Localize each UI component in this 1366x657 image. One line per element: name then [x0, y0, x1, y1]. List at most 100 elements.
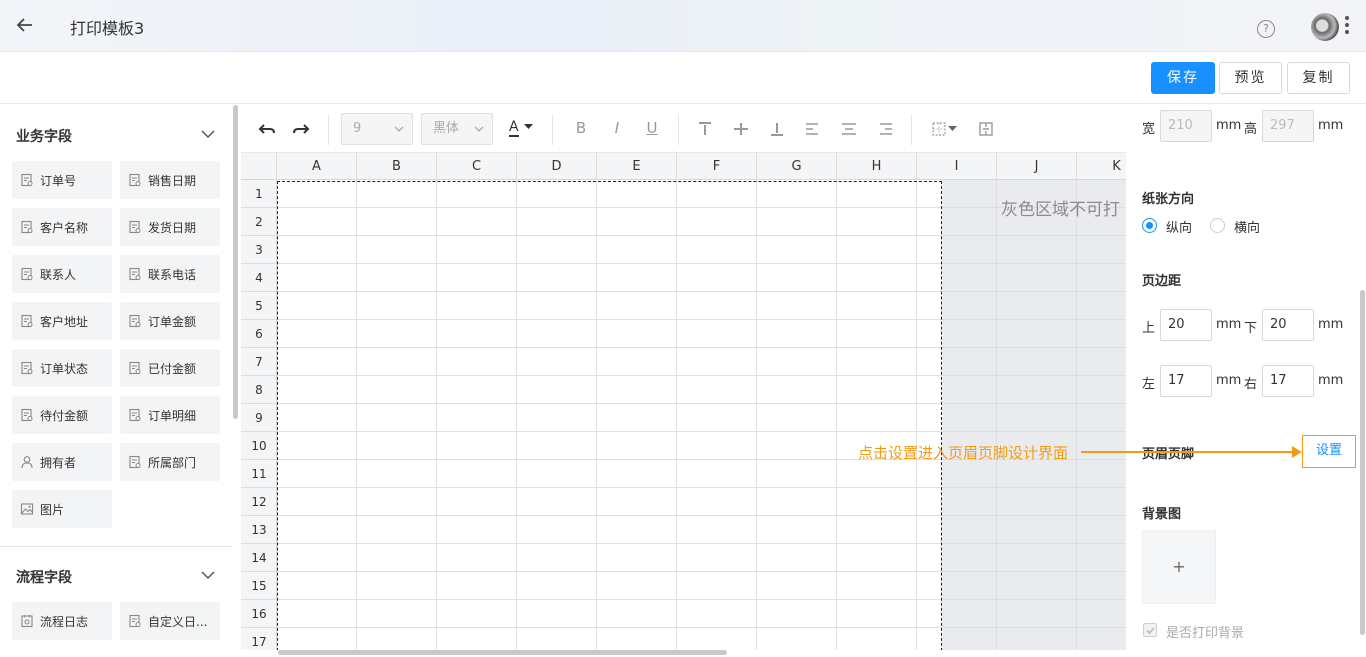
column-header-cell[interactable]: G	[757, 153, 837, 180]
field-label: 客户地址	[40, 315, 89, 329]
column-header-cell[interactable]: H	[837, 153, 917, 180]
row-header-cell[interactable]: 11	[241, 460, 277, 488]
redo-icon[interactable]	[291, 119, 311, 139]
back-arrow-icon[interactable]	[14, 14, 36, 36]
align-middle-icon[interactable]	[731, 119, 751, 139]
field-icon	[129, 267, 141, 281]
row-header-cell[interactable]: 2	[241, 208, 277, 236]
align-bottom-icon[interactable]	[767, 119, 787, 139]
left-margin-input[interactable]: 17	[1160, 365, 1212, 397]
background-upload[interactable]: +	[1142, 530, 1216, 604]
field-chip[interactable]: 自定义日...	[120, 602, 220, 640]
column-header-cell[interactable]: C	[437, 153, 517, 180]
print-background-checkbox[interactable]	[1143, 623, 1157, 637]
field-icon	[21, 408, 33, 422]
field-icon	[21, 314, 33, 328]
horizontal-scrollbar[interactable]	[278, 650, 727, 655]
toolbar-separator	[911, 115, 912, 145]
row-header-cell[interactable]: 4	[241, 264, 277, 292]
font-family-select[interactable]: 黑体	[421, 113, 493, 145]
row-header-cell[interactable]: 1	[241, 180, 277, 208]
unit-label: mm	[1318, 317, 1344, 332]
field-chip[interactable]: 订单明细	[120, 396, 220, 434]
row-header-cell[interactable]: 17	[241, 628, 277, 650]
row-header-cell[interactable]: 3	[241, 236, 277, 264]
portrait-label: 纵向	[1166, 221, 1193, 236]
row-header-cell[interactable]: 8	[241, 376, 277, 404]
column-header-cell[interactable]: K	[1077, 153, 1126, 180]
field-label: 已付金额	[148, 362, 197, 376]
row-header-cell[interactable]: 7	[241, 348, 277, 376]
align-top-icon[interactable]	[695, 119, 715, 139]
copy-button[interactable]: 复制	[1287, 62, 1350, 94]
field-label: 客户名称	[40, 221, 89, 235]
row-header-cell[interactable]: 12	[241, 488, 277, 516]
field-chip[interactable]: 流程日志	[12, 602, 112, 640]
help-icon[interactable]: ?	[1257, 20, 1275, 38]
field-chip[interactable]: 客户地址	[12, 302, 112, 340]
border-button[interactable]	[929, 119, 959, 139]
field-chip[interactable]: 拥有者	[12, 443, 112, 481]
align-left-icon[interactable]	[803, 119, 823, 139]
height-input[interactable]: 297	[1262, 110, 1314, 142]
field-chip[interactable]: 订单状态	[12, 349, 112, 387]
row-header-cell[interactable]: 5	[241, 292, 277, 320]
field-chip[interactable]: 发货日期	[120, 208, 220, 246]
column-header-cell[interactable]: J	[997, 153, 1077, 180]
row-header-cell[interactable]: 10	[241, 432, 277, 460]
bold-button[interactable]: B	[571, 119, 591, 139]
field-chip[interactable]: 销售日期	[120, 161, 220, 199]
font-size-select[interactable]: 9	[341, 113, 413, 145]
italic-button[interactable]: I	[607, 119, 627, 139]
right-margin-input[interactable]: 17	[1262, 365, 1314, 397]
field-chip[interactable]: 客户名称	[12, 208, 112, 246]
row-header-cell[interactable]: 9	[241, 404, 277, 432]
undo-icon[interactable]	[257, 119, 277, 139]
column-header-cell[interactable]: E	[597, 153, 677, 180]
row-header-cell[interactable]: 6	[241, 320, 277, 348]
bottom-margin-input[interactable]: 20	[1262, 309, 1314, 341]
row-header-cell[interactable]: 16	[241, 600, 277, 628]
field-chip[interactable]: 联系人	[12, 255, 112, 293]
field-chip[interactable]: 订单号	[12, 161, 112, 199]
spreadsheet[interactable]: ABCDEFGHIJK 1 2 3 4 5 6 7 8 9 10 11 12 13 14 15 16 17 灰色…	[241, 153, 1126, 650]
column-header-cell[interactable]: I	[917, 153, 997, 180]
save-button[interactable]: 保存	[1151, 62, 1215, 94]
field-icon	[21, 267, 33, 281]
field-chip[interactable]: 联系电话	[120, 255, 220, 293]
row-header-cell[interactable]: 13	[241, 516, 277, 544]
left-scrollbar[interactable]	[233, 105, 238, 419]
row-header-cell[interactable]: 14	[241, 544, 277, 572]
row-header-cell[interactable]: 15	[241, 572, 277, 600]
column-header-cell[interactable]: F	[677, 153, 757, 180]
field-label: 订单号	[40, 174, 77, 188]
chevron-down-icon[interactable]	[201, 568, 215, 582]
chevron-down-icon[interactable]	[201, 127, 215, 141]
column-header-cell[interactable]: A	[277, 153, 357, 180]
underline-button[interactable]: U	[642, 119, 662, 139]
align-center-icon[interactable]	[839, 119, 859, 139]
align-right-icon[interactable]	[875, 119, 895, 139]
action-bar: 保存 预览 复制	[0, 52, 1366, 104]
preview-button[interactable]: 预览	[1219, 62, 1282, 94]
column-header-cell[interactable]: B	[357, 153, 437, 180]
column-header-cell[interactable]: D	[517, 153, 597, 180]
font-color-button[interactable]: A	[509, 119, 535, 139]
right-scrollbar[interactable]	[1360, 290, 1365, 635]
field-chip[interactable]: 已付金额	[120, 349, 220, 387]
field-chip[interactable]: 待付金额	[12, 396, 112, 434]
landscape-radio[interactable]	[1210, 218, 1225, 233]
header-footer-setup-button[interactable]: 设置	[1302, 435, 1356, 468]
avatar[interactable]	[1311, 13, 1339, 41]
more-icon[interactable]	[1343, 16, 1351, 38]
field-chip[interactable]: 订单金额	[120, 302, 220, 340]
field-chip[interactable]: 所属部门	[120, 443, 220, 481]
width-input[interactable]: 210	[1160, 110, 1212, 142]
corner-cell[interactable]	[241, 153, 277, 180]
merge-icon[interactable]	[976, 119, 996, 139]
field-label: 拥有者	[40, 456, 77, 470]
portrait-radio[interactable]	[1142, 218, 1157, 233]
top-margin-input[interactable]: 20	[1160, 309, 1212, 341]
section-divider	[0, 546, 232, 547]
field-chip[interactable]: 图片	[12, 490, 112, 528]
